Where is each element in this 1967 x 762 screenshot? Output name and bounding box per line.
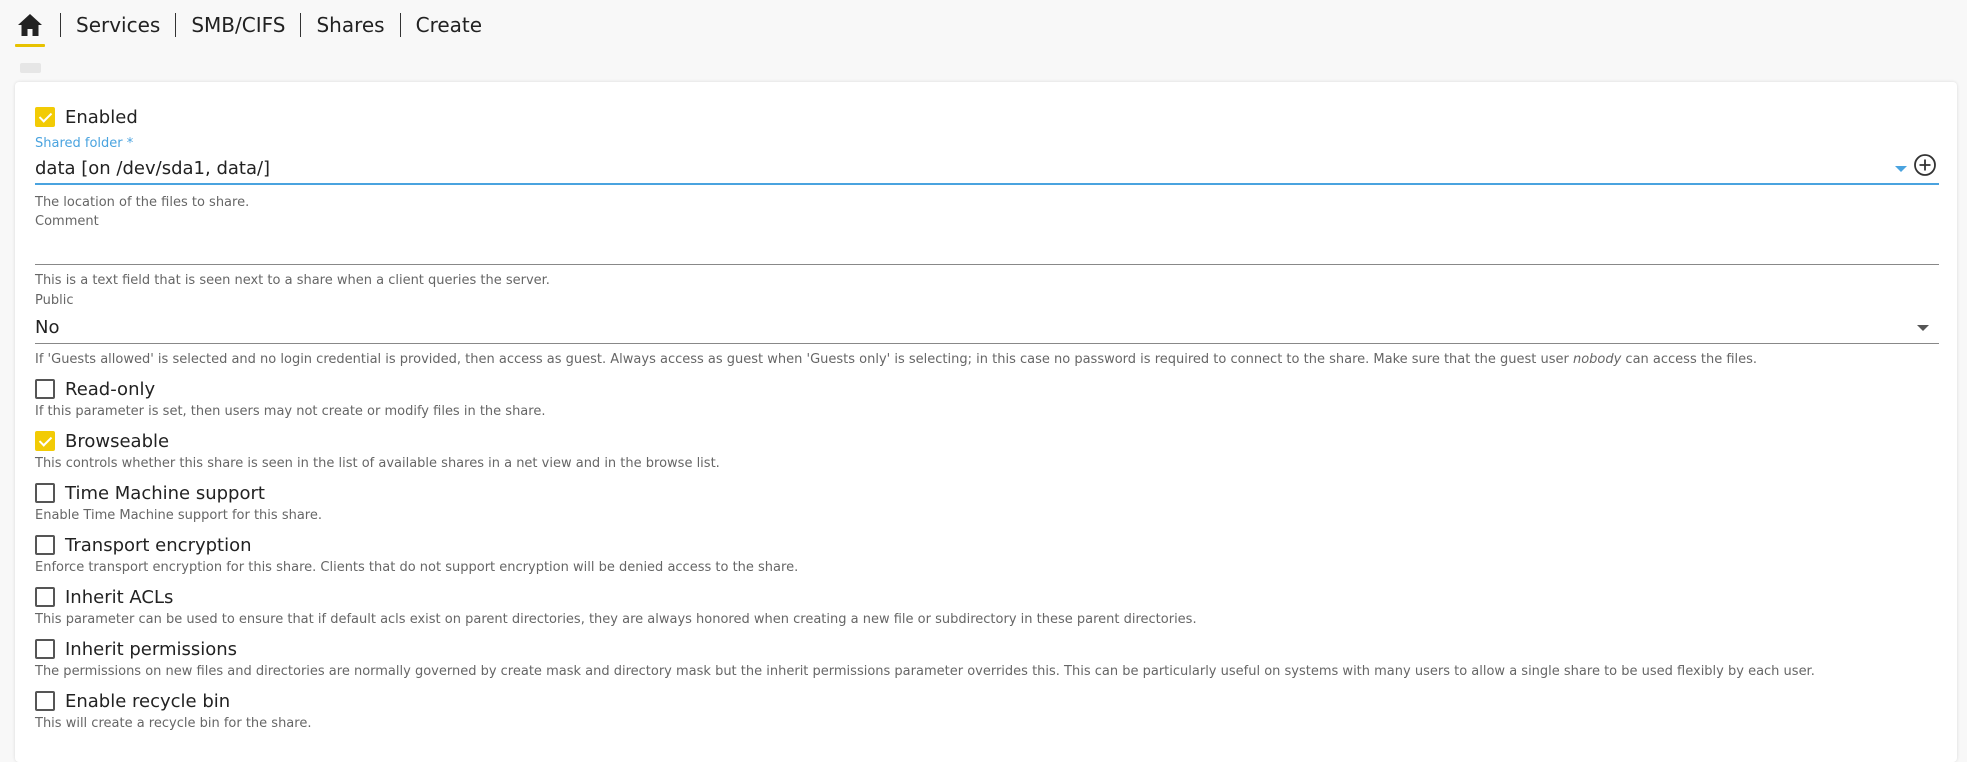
shared-folder-value: data [on /dev/sda1, data/] bbox=[35, 157, 271, 179]
guest-user-name: nobody bbox=[1572, 352, 1622, 367]
shared-folder-hint: The location of the files to share. bbox=[35, 195, 250, 210]
transport-encryption-checkbox[interactable] bbox=[35, 535, 55, 555]
active-indicator bbox=[15, 44, 45, 47]
comment-input[interactable] bbox=[35, 231, 1939, 265]
read-only-checkbox[interactable] bbox=[35, 379, 55, 399]
browseable-label: Browseable bbox=[65, 430, 170, 452]
browseable-hint: This controls whether this share is seen… bbox=[35, 456, 720, 471]
browseable-checkbox-row[interactable]: Browseable bbox=[35, 429, 169, 453]
recycle-bin-label: Enable recycle bin bbox=[65, 690, 231, 712]
public-label: Public bbox=[35, 293, 74, 308]
inherit-acls-hint: This parameter can be used to ensure tha… bbox=[35, 612, 1197, 627]
inherit-permissions-label: Inherit permissions bbox=[65, 638, 238, 660]
shared-folder-select[interactable]: data [on /dev/sda1, data/] bbox=[35, 151, 1939, 185]
breadcrumb-smb-cifs[interactable]: SMB/CIFS bbox=[191, 13, 285, 37]
recycle-bin-hint: This will create a recycle bin for the s… bbox=[35, 716, 312, 731]
inherit-permissions-checkbox-row[interactable]: Inherit permissions bbox=[35, 637, 237, 661]
breadcrumb-separator bbox=[300, 13, 302, 37]
comment-label: Comment bbox=[35, 214, 99, 229]
breadcrumb-separator bbox=[175, 13, 177, 37]
inherit-acls-checkbox-row[interactable]: Inherit ACLs bbox=[35, 585, 173, 609]
enabled-checkbox[interactable] bbox=[35, 107, 55, 127]
home-button[interactable] bbox=[15, 3, 45, 47]
shared-folder-underline bbox=[35, 183, 1939, 185]
time-machine-hint: Enable Time Machine support for this sha… bbox=[35, 508, 322, 523]
home-icon bbox=[17, 13, 43, 37]
time-machine-checkbox-row[interactable]: Time Machine support bbox=[35, 481, 265, 505]
inherit-permissions-checkbox[interactable] bbox=[35, 639, 55, 659]
enabled-checkbox-row[interactable]: Enabled bbox=[35, 105, 138, 129]
transport-encryption-label: Transport encryption bbox=[65, 534, 252, 556]
comment-hint: This is a text field that is seen next t… bbox=[35, 273, 550, 288]
public-underline bbox=[35, 343, 1939, 344]
caret-down-icon bbox=[1917, 325, 1929, 331]
inherit-permissions-hint: The permissions on new files and directo… bbox=[35, 664, 1815, 679]
read-only-hint: If this parameter is set, then users may… bbox=[35, 404, 546, 419]
public-select[interactable]: No bbox=[35, 310, 1939, 344]
breadcrumb: Services SMB/CIFS Shares Create bbox=[0, 0, 1967, 50]
plus-circle-icon bbox=[1913, 153, 1937, 177]
inherit-acls-checkbox[interactable] bbox=[35, 587, 55, 607]
recycle-bin-checkbox[interactable] bbox=[35, 691, 55, 711]
recycle-bin-checkbox-row[interactable]: Enable recycle bin bbox=[35, 689, 230, 713]
time-machine-label: Time Machine support bbox=[65, 482, 265, 504]
breadcrumb-create: Create bbox=[415, 13, 483, 37]
time-machine-checkbox[interactable] bbox=[35, 483, 55, 503]
inherit-acls-label: Inherit ACLs bbox=[65, 586, 174, 608]
breadcrumb-services[interactable]: Services bbox=[76, 13, 160, 37]
breadcrumb-separator bbox=[399, 13, 401, 37]
tiny-badge bbox=[20, 63, 41, 73]
breadcrumb-shares[interactable]: Shares bbox=[316, 13, 384, 37]
shared-folder-label: Shared folder * bbox=[35, 136, 134, 151]
caret-down-icon bbox=[1895, 166, 1907, 172]
browseable-checkbox[interactable] bbox=[35, 431, 55, 451]
public-hint: If 'Guests allowed' is selected and no l… bbox=[35, 352, 1758, 367]
read-only-checkbox-row[interactable]: Read-only bbox=[35, 377, 155, 401]
add-shared-folder-button[interactable] bbox=[1913, 153, 1937, 177]
transport-encryption-checkbox-row[interactable]: Transport encryption bbox=[35, 533, 252, 557]
enabled-label: Enabled bbox=[65, 106, 138, 128]
comment-underline bbox=[35, 264, 1939, 265]
share-form-card: Enabled Shared folder * data [on /dev/sd… bbox=[15, 82, 1957, 762]
breadcrumb-separator bbox=[60, 13, 61, 37]
read-only-label: Read-only bbox=[65, 378, 156, 400]
transport-encryption-hint: Enforce transport encryption for this sh… bbox=[35, 560, 799, 575]
public-value: No bbox=[35, 316, 60, 338]
